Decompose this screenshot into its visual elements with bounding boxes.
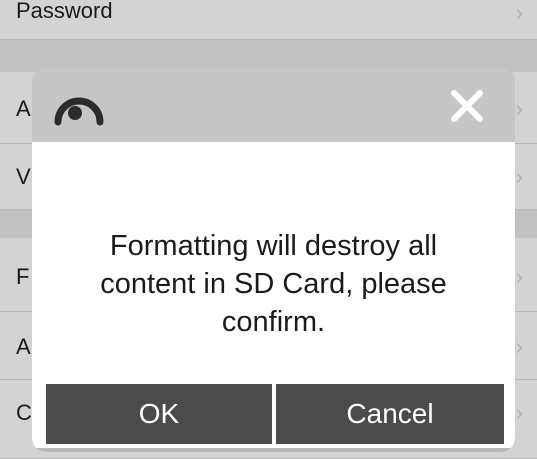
- dialog-message: Formatting will destroy all content in S…: [100, 230, 447, 338]
- cancel-button[interactable]: Cancel: [276, 384, 504, 444]
- close-icon[interactable]: [449, 88, 485, 124]
- ok-button[interactable]: OK: [46, 384, 272, 444]
- format-confirm-dialog: Formatting will destroy all content in S…: [32, 68, 515, 452]
- dialog-header: [32, 68, 515, 142]
- eye-icon: [54, 97, 104, 126]
